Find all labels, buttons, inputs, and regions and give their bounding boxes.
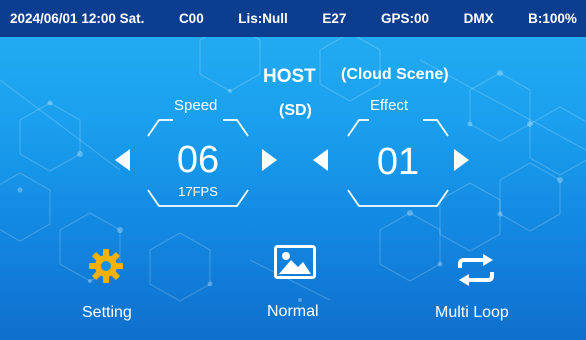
battery-text: B:100%: [528, 11, 577, 26]
speed-label: Speed: [174, 97, 218, 114]
gear-icon: [89, 249, 123, 283]
normal-label: Normal: [267, 303, 319, 320]
setting-button[interactable]: Setting: [70, 240, 160, 330]
effect-label: Effect: [370, 97, 409, 114]
multi-loop-label: Multi Loop: [435, 304, 509, 321]
effect-increase-button[interactable]: [454, 149, 469, 171]
host-title: HOST: [263, 66, 316, 87]
main-screen: 2024/06/01 12:00 Sat. C00 Lis:Null E27 G…: [0, 0, 586, 340]
speed-value: 06: [176, 139, 220, 181]
speed-decrease-button[interactable]: [115, 149, 130, 171]
effect-decrease-button[interactable]: [313, 149, 328, 171]
setting-label: Setting: [82, 304, 132, 321]
repeat-icon: [458, 254, 494, 286]
status-bar: 2024/06/01 12:00 Sat. C00 Lis:Null E27 G…: [0, 0, 586, 37]
dmx-text: DMX: [463, 11, 494, 26]
code-text: E27: [322, 11, 347, 26]
storage-label: (SD): [279, 102, 312, 119]
multi-loop-button[interactable]: Multi Loop: [430, 240, 540, 330]
datetime-text: 2024/06/01 12:00 Sat.: [10, 11, 145, 26]
channel-text: C00: [178, 11, 204, 26]
lis-text: Lis:Null: [238, 11, 288, 26]
scene-title: (Cloud Scene): [341, 66, 449, 83]
normal-button[interactable]: Normal: [255, 240, 345, 330]
gps-text: GPS:00: [380, 11, 429, 26]
speed-increase-button[interactable]: [262, 149, 277, 171]
effect-value: 01: [376, 141, 420, 183]
speed-fps: 17FPS: [178, 184, 218, 199]
image-icon: [274, 245, 316, 279]
